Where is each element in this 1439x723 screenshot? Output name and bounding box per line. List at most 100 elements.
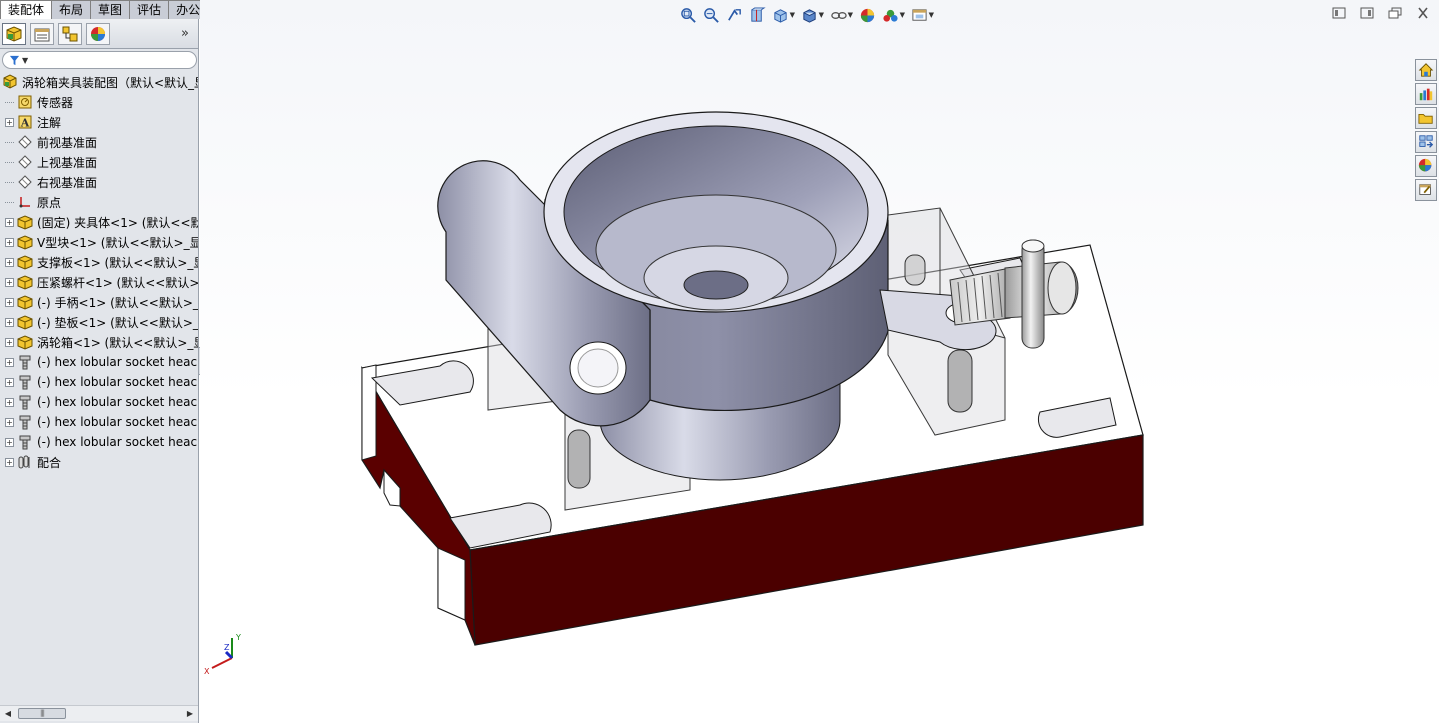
part-icon (16, 233, 34, 251)
scrollbar-thumb[interactable]: ||| (18, 708, 66, 719)
tree-item-label: (-) 手柄<1> (默认<<默认>_ (37, 295, 198, 310)
tree-item[interactable]: + (-) hex lobular socket heac (0, 352, 198, 372)
tree-item[interactable]: + (-) hex lobular socket heac (0, 412, 198, 432)
expand-icon[interactable]: + (5, 317, 14, 327)
featuremanager-icon (6, 25, 22, 42)
triad-x-label: X (204, 667, 210, 676)
plane-icon (16, 153, 34, 171)
tree-root-label: 涡轮箱夹具装配图（默认<默认_显 (22, 75, 198, 90)
mates-icon (16, 453, 34, 471)
screw-icon (16, 433, 34, 451)
configurationmanager-tab[interactable] (58, 22, 82, 45)
tree-item-label: (-) hex lobular socket heac (37, 415, 198, 429)
filter-icon (9, 55, 20, 65)
configurationmanager-icon (62, 26, 78, 41)
tree-item[interactable]: + (-) hex lobular socket heac (0, 392, 198, 412)
expand-icon[interactable]: + (5, 377, 14, 387)
plane-icon (16, 133, 34, 151)
part-icon (16, 273, 34, 291)
tree-item[interactable]: + V型块<1> (默认<<默认>_显 (0, 232, 198, 252)
tree-item[interactable]: + 压紧螺杆<1> (默认<<默认> (0, 272, 198, 292)
tree-root[interactable]: 涡轮箱夹具装配图（默认<默认_显 (0, 72, 198, 92)
tree-item-label: 右视基准面 (37, 175, 98, 190)
coordinate-triad: Y Z X (204, 633, 241, 676)
tree-item[interactable]: 上视基准面 (0, 152, 198, 172)
tree-connector (5, 181, 14, 183)
triad-y-label: Y (235, 633, 241, 642)
tree-item-label: V型块<1> (默认<<默认>_显 (37, 235, 198, 250)
tree-item[interactable]: + 涡轮箱<1> (默认<<默认>_显 (0, 332, 198, 352)
tree-item-label: (-) hex lobular socket heac (37, 355, 198, 369)
tree-item[interactable]: + (-) hex lobular socket heac (0, 372, 198, 392)
expand-icon[interactable]: + (5, 217, 14, 227)
graphics-area[interactable]: ▼ ▼ ▼ ▼ ▼ Y Z X (200, 0, 1439, 723)
handle-pin (1021, 239, 1045, 349)
tree-item-label: 涡轮箱<1> (默认<<默认>_显 (37, 335, 198, 350)
expand-icon[interactable]: + (5, 117, 14, 127)
display-manager-tab[interactable] (86, 22, 110, 45)
tree-item[interactable]: + (-) 手柄<1> (默认<<默认>_ (0, 292, 198, 312)
screw-icon (16, 353, 34, 371)
part-icon (16, 293, 34, 311)
tree-horizontal-scrollbar[interactable]: ◀ ||| ▶ (0, 705, 198, 721)
expand-icon[interactable]: + (5, 397, 14, 407)
featuremanager-tab[interactable] (2, 22, 26, 45)
tree-item[interactable]: + 配合 (0, 452, 198, 472)
expand-icon[interactable]: + (5, 297, 14, 307)
tree-item-label: (-) 垫板<1> (默认<<默认>_ (37, 315, 198, 330)
part-icon (16, 333, 34, 351)
panel-expand-button[interactable]: » (178, 26, 192, 41)
tree-item-label: 压紧螺杆<1> (默认<<默认> (37, 275, 198, 290)
tree-item[interactable]: + A 注解 (0, 112, 198, 132)
expand-icon[interactable]: + (5, 277, 14, 287)
solidworks-window: 装配体 布局 草图 评估 办公室产品 » ▼ (0, 0, 1439, 723)
part-icon (16, 213, 34, 231)
tree-item[interactable]: 前视基准面 (0, 132, 198, 152)
expand-icon[interactable]: + (5, 457, 14, 467)
feature-tree: 涡轮箱夹具装配图（默认<默认_显 传感器 + A 注解前视基准面上视基准面右视基准面原… (0, 72, 198, 472)
tree-item[interactable]: 原点 (0, 192, 198, 212)
tree-item-label: 上视基准面 (37, 155, 98, 170)
expand-icon[interactable]: + (5, 237, 14, 247)
panel-tabs: » (0, 19, 198, 49)
tree-item[interactable]: + (-) hex lobular socket heac (0, 432, 198, 452)
assembly-model-view[interactable] (200, 0, 1439, 723)
tab-evaluate[interactable]: 评估 (129, 0, 170, 19)
tree-connector (5, 161, 14, 163)
tree-item[interactable]: 传感器 (0, 92, 198, 112)
screw-icon (16, 373, 34, 391)
propertymanager-icon (34, 28, 50, 41)
expand-icon[interactable]: + (5, 257, 14, 267)
tab-sketch[interactable]: 草图 (90, 0, 131, 19)
expand-icon[interactable]: + (5, 417, 14, 427)
tree-connector (5, 141, 14, 143)
tree-item-label: 配合 (37, 455, 62, 470)
tree-item-label: 前视基准面 (37, 135, 98, 150)
screw-icon (16, 393, 34, 411)
scroll-right-icon[interactable]: ▶ (184, 708, 196, 720)
tree-item-label: (-) hex lobular socket heac (37, 395, 198, 409)
expand-icon[interactable]: + (5, 357, 14, 367)
propertymanager-tab[interactable] (30, 22, 54, 45)
tree-item-label: 原点 (37, 195, 62, 210)
tree-item-label: (固定) 夹具体<1> (默认<<默 (37, 215, 198, 230)
expand-icon[interactable]: + (5, 337, 14, 347)
tree-item[interactable]: + (-) 垫板<1> (默认<<默认>_ (0, 312, 198, 332)
part-icon (16, 253, 34, 271)
tree-item[interactable]: + (固定) 夹具体<1> (默认<<默 (0, 212, 198, 232)
tab-assembly[interactable]: 装配体 (0, 0, 53, 20)
triad-z-label: Z (224, 643, 230, 652)
tree-item[interactable]: 右视基准面 (0, 172, 198, 192)
display-manager-icon (91, 26, 105, 41)
scroll-left-icon[interactable]: ◀ (2, 708, 14, 720)
plane-icon (16, 173, 34, 191)
tree-item-label: 传感器 (37, 95, 74, 110)
screw-icon (16, 413, 34, 431)
tree-item-label: (-) hex lobular socket heac (37, 435, 198, 449)
tab-layout[interactable]: 布局 (51, 0, 92, 19)
expand-icon[interactable]: + (5, 437, 14, 447)
tree-connector (5, 101, 14, 103)
tree-item-label: 注解 (37, 115, 62, 130)
tree-item[interactable]: + 支撑板<1> (默认<<默认>_显 (0, 252, 198, 272)
tree-filter-input[interactable]: ▼ (2, 51, 197, 69)
